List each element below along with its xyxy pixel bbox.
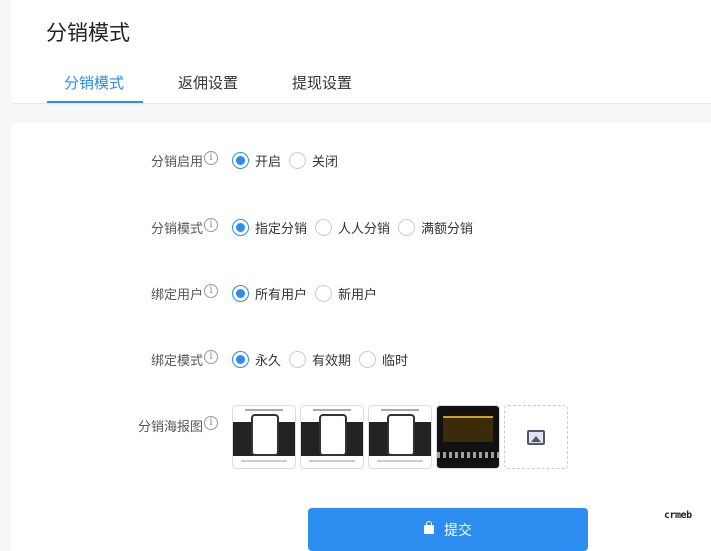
poster-list — [232, 405, 568, 469]
radio-checked-icon[interactable] — [232, 284, 249, 302]
info-icon[interactable]: i — [204, 284, 218, 298]
poster-thumbnail[interactable] — [232, 405, 296, 469]
poster-thumbnail[interactable] — [300, 405, 364, 469]
mode-radio-group: 指定分销 人人分销 满额分销 — [232, 217, 481, 237]
bind-user-label: 绑定用户 — [150, 288, 203, 303]
info-icon[interactable]: i — [204, 350, 218, 364]
info-icon[interactable]: i — [204, 416, 218, 430]
radio-mode-designated[interactable]: 指定分销 — [232, 218, 307, 237]
tab-bar: 分销模式 返佣设置 提现设置 — [11, 72, 711, 104]
radio-mode-threshold[interactable]: 满额分销 — [398, 218, 473, 237]
tab-withdraw-settings[interactable]: 提现设置 — [292, 72, 352, 103]
form-row-enable: 分销启用 i 开启 关闭 — [11, 148, 711, 172]
form-row-mode: 分销模式 i 指定分销 人人分销 满额分销 — [11, 215, 711, 239]
brand-logo: crmeb — [664, 510, 692, 521]
radio-label: 永久 — [255, 353, 282, 369]
form-row-bind-mode: 绑定模式 i 永久 有效期 临时 — [11, 347, 711, 371]
submit-button[interactable]: 提交 — [308, 508, 588, 551]
form-row-bind-user: 绑定用户 i 所有用户 新用户 — [11, 281, 711, 305]
radio-label: 关闭 — [312, 154, 339, 170]
radio-unchecked-icon[interactable] — [315, 218, 333, 236]
enable-label: 分销启用 — [150, 155, 203, 170]
poster-thumbnail[interactable] — [368, 405, 432, 469]
enable-radio-group: 开启 关闭 — [232, 150, 346, 170]
add-poster-button[interactable] — [504, 405, 568, 469]
radio-mode-everyone[interactable]: 人人分销 — [315, 218, 390, 237]
header-card: 分销模式 分销模式 返佣设置 提现设置 — [11, 0, 711, 104]
radio-unchecked-icon[interactable] — [359, 350, 377, 368]
radio-bind-temporary[interactable]: 临时 — [359, 350, 408, 369]
bind-user-radio-group: 所有用户 新用户 — [232, 283, 385, 303]
active-tab-indicator — [47, 101, 143, 103]
lock-icon — [424, 521, 434, 534]
radio-unchecked-icon[interactable] — [289, 151, 307, 169]
page-title: 分销模式 — [46, 21, 130, 45]
radio-unchecked-icon[interactable] — [398, 218, 416, 236]
radio-checked-icon[interactable] — [232, 218, 249, 236]
poster-label: 分销海报图 — [137, 420, 203, 435]
radio-label: 指定分销 — [255, 221, 308, 237]
radio-bind-validity[interactable]: 有效期 — [289, 350, 351, 369]
radio-label: 有效期 — [312, 353, 352, 369]
radio-bind-new-users[interactable]: 新用户 — [315, 284, 377, 303]
radio-bind-permanent[interactable]: 永久 — [232, 350, 281, 369]
mode-label: 分销模式 — [150, 222, 203, 237]
radio-label: 新用户 — [338, 287, 378, 303]
radio-bind-all-users[interactable]: 所有用户 — [232, 284, 307, 303]
image-upload-icon — [527, 430, 545, 445]
submit-label: 提交 — [444, 522, 472, 539]
radio-label: 所有用户 — [255, 287, 308, 303]
info-icon[interactable]: i — [204, 218, 218, 232]
tab-distribution-mode[interactable]: 分销模式 — [64, 72, 124, 103]
radio-label: 人人分销 — [338, 221, 391, 237]
tab-commission-settings[interactable]: 返佣设置 — [178, 72, 238, 103]
radio-label: 开启 — [255, 154, 282, 170]
info-icon[interactable]: i — [204, 151, 218, 165]
radio-label: 临时 — [382, 353, 409, 369]
radio-unchecked-icon[interactable] — [315, 284, 333, 302]
bind-mode-label: 绑定模式 — [150, 354, 203, 369]
radio-checked-icon[interactable] — [232, 350, 249, 368]
radio-checked-icon[interactable] — [232, 151, 249, 169]
page: 分销模式 分销模式 返佣设置 提现设置 分销启用 i 开启 关闭 分销模式 i … — [0, 0, 711, 551]
radio-enable-off[interactable]: 关闭 — [289, 151, 338, 170]
radio-unchecked-icon[interactable] — [289, 350, 307, 368]
poster-thumbnail[interactable] — [436, 405, 500, 469]
radio-label: 满额分销 — [421, 221, 474, 237]
settings-form: 分销启用 i 开启 关闭 分销模式 i 指定分销 人人分销 满额分销 绑定用户 … — [11, 123, 711, 551]
radio-enable-on[interactable]: 开启 — [232, 151, 281, 170]
bind-mode-radio-group: 永久 有效期 临时 — [232, 349, 416, 369]
